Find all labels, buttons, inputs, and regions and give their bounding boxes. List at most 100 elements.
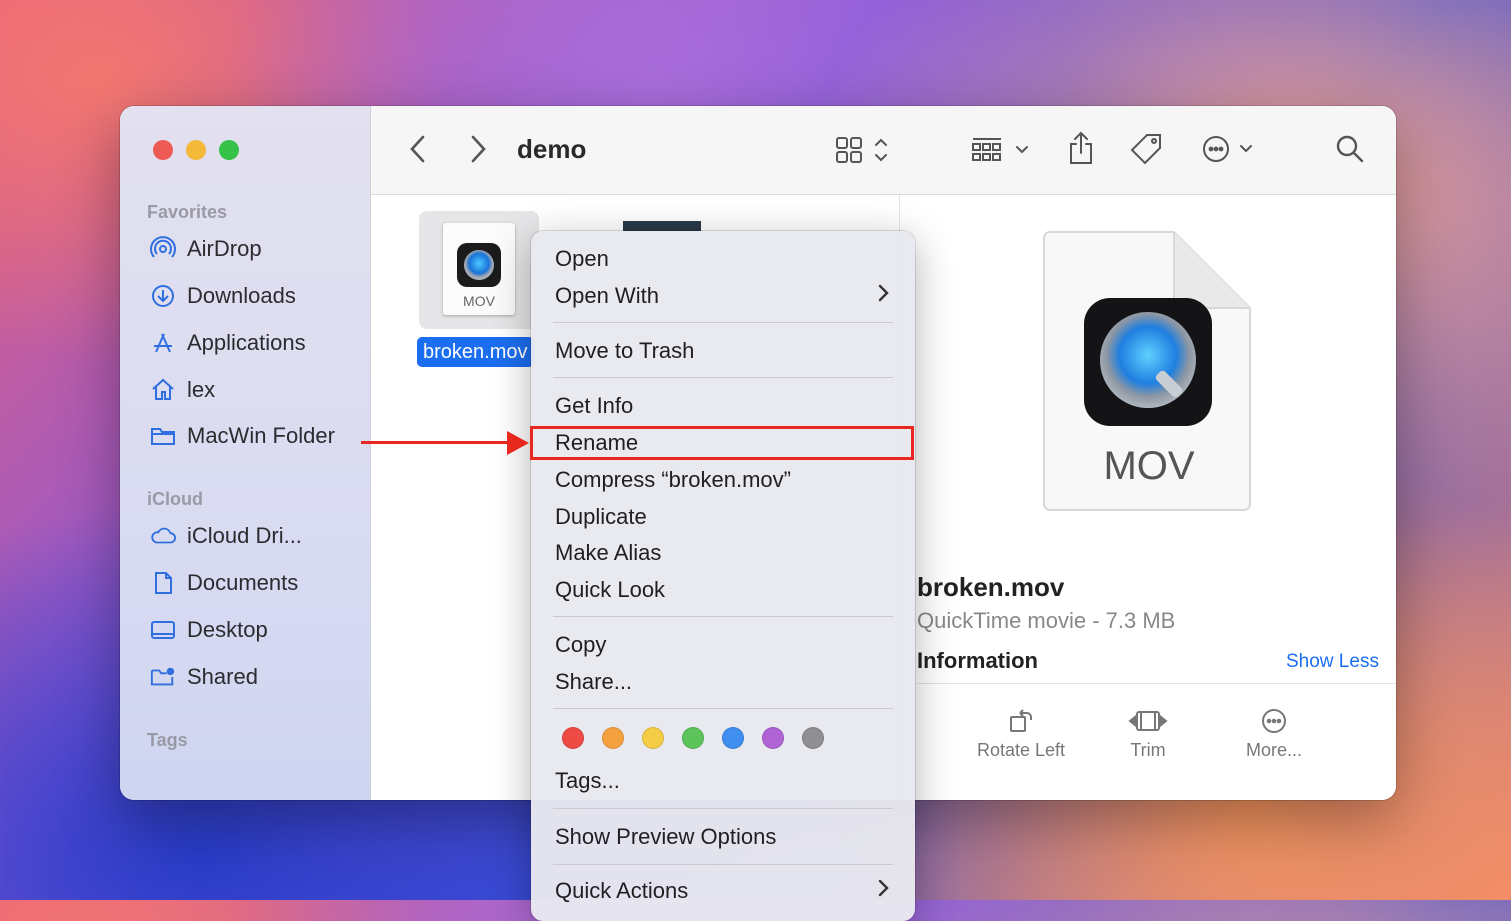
group-icon[interactable] <box>971 136 1033 169</box>
back-icon[interactable] <box>407 132 429 171</box>
menu-item-make-alias[interactable]: Make Alias <box>555 535 891 571</box>
menu-item-move-to-trash[interactable]: Move to Trash <box>555 333 891 369</box>
menu-item-open-with[interactable]: Open With <box>555 278 891 314</box>
tag-icon[interactable] <box>1129 132 1163 171</box>
sidebar-item-label: Documents <box>187 570 299 595</box>
quicktime-large-icon <box>1084 298 1212 426</box>
document-icon <box>150 570 176 596</box>
menu-item-copy[interactable]: Copy <box>555 627 891 663</box>
preview-file-icon: MOV <box>1042 228 1256 514</box>
icloud-header: iCloud <box>147 489 203 509</box>
downloads-icon <box>150 283 176 309</box>
sidebar-item-downloads[interactable]: Downloads <box>150 278 296 314</box>
tag-purple[interactable] <box>762 727 784 749</box>
file-name-label[interactable]: broken.mov <box>417 337 534 367</box>
sidebar-item-label: iCloud Dri... <box>187 523 302 548</box>
menu-item-share[interactable]: Share... <box>555 664 891 700</box>
more-icon <box>1234 706 1314 740</box>
preview-divider <box>917 683 1396 684</box>
tag-yellow[interactable] <box>642 727 664 749</box>
menu-separator <box>553 708 893 709</box>
grid-view-icon[interactable] <box>835 136 895 169</box>
tag-green[interactable] <box>682 727 704 749</box>
zoom-button[interactable] <box>219 140 239 160</box>
tag-red[interactable] <box>562 727 584 749</box>
sidebar-item-label: lex <box>187 377 216 402</box>
quicktime-icon <box>457 243 501 287</box>
sidebar-item-icloud-drive[interactable]: iCloud Dri... <box>150 518 302 554</box>
rotate-left-label: Rotate Left <box>976 740 1066 760</box>
shared-folder-icon <box>150 664 176 690</box>
chevron-right-icon <box>877 878 891 904</box>
menu-item-quick-actions[interactable]: Quick Actions <box>555 873 891 909</box>
menu-separator <box>553 808 893 809</box>
chevron-right-icon <box>877 283 891 309</box>
trim-label: Trim <box>1130 740 1166 760</box>
sidebar-item-label: Applications <box>187 330 306 355</box>
sidebar-item-label: AirDrop <box>187 236 262 261</box>
menu-item-get-info[interactable]: Get Info <box>555 388 891 424</box>
close-button[interactable] <box>153 140 173 160</box>
file-icon-label: MOV <box>463 293 495 309</box>
applications-icon <box>150 330 176 356</box>
favorites-header: Favorites <box>147 202 228 222</box>
sidebar-item-label: Desktop <box>187 617 268 642</box>
menu-separator <box>553 322 893 323</box>
menu-separator <box>553 864 893 865</box>
menu-item-label: Quick Actions <box>555 878 689 903</box>
folder-icon <box>150 423 176 449</box>
sidebar-item-airdrop[interactable]: AirDrop <box>150 231 262 267</box>
rotate-left-icon <box>962 706 1080 740</box>
annotation-arrow-icon <box>507 431 529 455</box>
mov-file-icon: MOV <box>443 223 515 315</box>
minimize-button[interactable] <box>186 140 206 160</box>
icloud-icon <box>150 523 176 549</box>
preview-file-name: broken.mov <box>917 572 1065 602</box>
more-button[interactable]: More... <box>1234 706 1314 761</box>
desktop-icon <box>150 617 176 643</box>
more-actions-icon[interactable] <box>1201 134 1261 169</box>
toolbar: demo <box>371 106 1396 195</box>
tags-header: Tags <box>147 730 188 750</box>
menu-item-tags[interactable]: Tags... <box>555 763 891 799</box>
share-icon[interactable] <box>1067 130 1095 171</box>
menu-item-quick-look[interactable]: Quick Look <box>555 572 891 608</box>
sidebar-item-label: Shared <box>187 664 258 689</box>
annotation-arrow-line <box>361 441 511 444</box>
sidebar-item-lex[interactable]: lex <box>150 372 215 408</box>
menu-item-compress[interactable]: Compress “broken.mov” <box>555 462 891 498</box>
file-item-selection[interactable]: MOV <box>419 211 539 329</box>
tag-orange[interactable] <box>602 727 624 749</box>
rotate-left-button[interactable]: Rotate Left <box>962 706 1080 761</box>
menu-item-duplicate[interactable]: Duplicate <box>555 499 891 535</box>
trim-icon <box>1108 706 1188 740</box>
home-icon <box>150 377 176 403</box>
sidebar-item-macwin-folder[interactable]: MacWin Folder <box>150 418 335 454</box>
menu-item-open[interactable]: Open <box>555 241 891 277</box>
show-less-link[interactable]: Show Less <box>1286 651 1379 673</box>
information-header: Information <box>917 648 1038 673</box>
traffic-lights <box>153 140 239 160</box>
menu-item-show-preview-options[interactable]: Show Preview Options <box>555 819 891 855</box>
sidebar-item-label: MacWin Folder <box>187 423 335 448</box>
sidebar-item-documents[interactable]: Documents <box>150 565 298 601</box>
preview-icon-label: MOV <box>1103 444 1195 488</box>
sidebar-item-desktop[interactable]: Desktop <box>150 612 268 648</box>
more-label: More... <box>1245 740 1302 760</box>
sidebar-item-shared[interactable]: Shared <box>150 659 258 695</box>
window-title: demo <box>517 134 587 164</box>
menu-separator <box>553 377 893 378</box>
context-menu: Open Open With Move to Trash Get Info Re… <box>531 231 915 921</box>
forward-icon[interactable] <box>467 132 489 171</box>
second-file-thumbnail[interactable] <box>623 221 701 231</box>
tag-blue[interactable] <box>722 727 744 749</box>
tag-gray[interactable] <box>802 727 824 749</box>
sidebar-item-applications[interactable]: Applications <box>150 325 306 361</box>
sidebar: Favorites AirDrop Downloads Applications… <box>120 106 371 800</box>
rename-highlight-box <box>530 426 914 460</box>
preview-file-kind: QuickTime movie - 7.3 MB <box>917 608 1176 633</box>
search-icon[interactable] <box>1335 134 1365 169</box>
menu-item-label: Open With <box>555 283 659 308</box>
menu-separator <box>553 616 893 617</box>
trim-button[interactable]: Trim <box>1108 706 1188 761</box>
